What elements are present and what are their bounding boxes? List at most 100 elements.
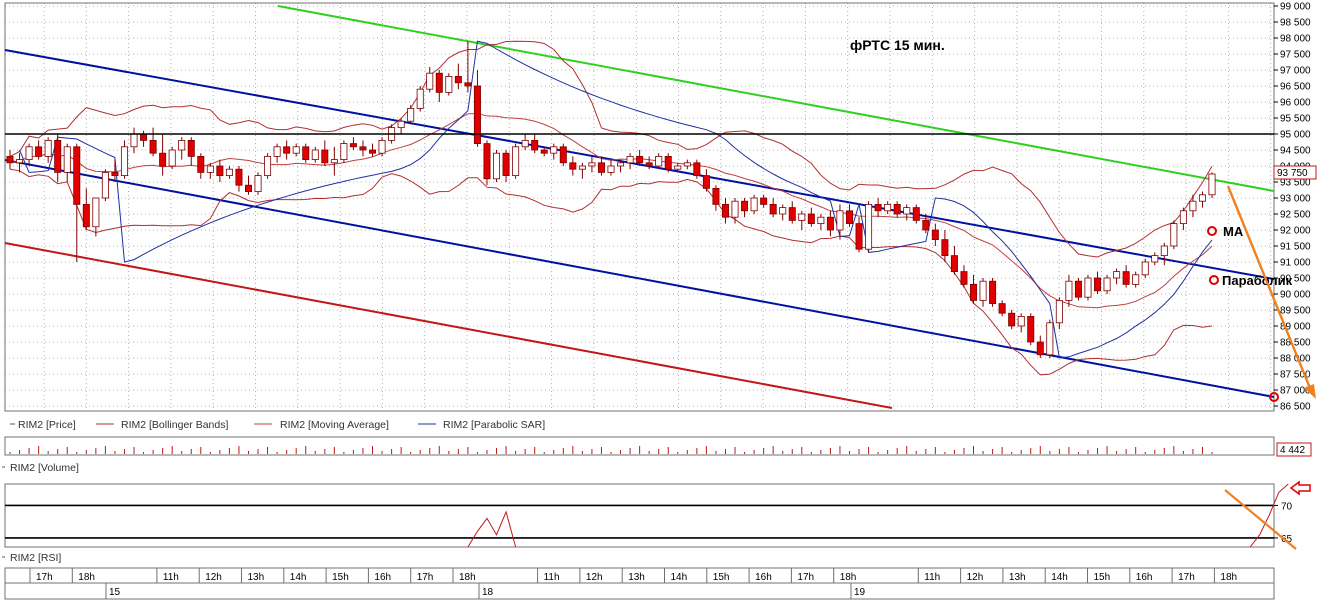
candle-body xyxy=(1132,274,1140,285)
hour-label: 11h xyxy=(924,572,940,583)
hour-label: 14h xyxy=(1051,572,1068,583)
candle-body xyxy=(559,146,567,164)
price-tick-label: 96 500 xyxy=(1280,82,1311,93)
price-tick-label: 97 500 xyxy=(1280,50,1311,61)
price-tick-label: 93 000 xyxy=(1280,194,1311,205)
candle xyxy=(559,143,567,166)
hour-label: 12h xyxy=(586,572,603,583)
candle-body xyxy=(1008,312,1016,327)
candle-body xyxy=(178,139,186,151)
candle-body xyxy=(92,197,100,228)
candle-body xyxy=(893,203,901,215)
candle xyxy=(1008,310,1016,330)
candle-body xyxy=(607,165,615,173)
price-tick-label: 95 000 xyxy=(1280,130,1311,141)
candle-body xyxy=(378,139,386,154)
candle-body xyxy=(168,149,176,167)
candle-body xyxy=(693,162,701,177)
candle-body xyxy=(1046,322,1054,356)
candle-body xyxy=(493,152,501,180)
chart-canvas: 99 000 98 500 98 000 97 500 97 000 96 500 96 0… xyxy=(0,0,1320,601)
candle xyxy=(101,169,109,202)
candle xyxy=(254,172,262,195)
ma-annotation: МА xyxy=(1223,224,1244,239)
candle-body xyxy=(512,146,520,177)
candle-body xyxy=(989,280,997,305)
hour-label: 13h xyxy=(248,572,265,583)
candle-body xyxy=(6,155,14,164)
candle-body xyxy=(540,149,548,154)
hour-label: 12h xyxy=(967,572,984,583)
candle xyxy=(378,137,386,157)
candle xyxy=(693,159,701,179)
candle-body xyxy=(235,168,243,186)
candle-body xyxy=(454,76,462,84)
candle-body xyxy=(569,162,577,170)
candle-body xyxy=(197,155,205,173)
candle-body xyxy=(149,139,157,154)
candle-body xyxy=(636,155,644,164)
candle-body xyxy=(1027,315,1035,343)
hour-label: 17h xyxy=(36,572,53,583)
candle-body xyxy=(855,223,863,250)
candle-body xyxy=(483,143,491,180)
price-tick-label: 98 000 xyxy=(1280,34,1311,45)
candle xyxy=(168,146,176,170)
hour-label: 18h xyxy=(78,572,95,583)
candle-body xyxy=(903,207,911,215)
candle-body xyxy=(617,162,625,167)
candle-body xyxy=(884,203,892,212)
candle xyxy=(302,143,310,163)
candle-body xyxy=(845,210,853,225)
candle-body xyxy=(817,216,825,224)
candle-body xyxy=(655,155,663,167)
candle-body xyxy=(273,146,281,157)
candle-body xyxy=(550,146,558,154)
candle-body xyxy=(54,139,62,173)
candle xyxy=(1170,220,1178,250)
candle xyxy=(1208,172,1216,198)
price-tick-label: 98 500 xyxy=(1280,18,1311,29)
candle-body xyxy=(473,85,481,144)
price-tick-label: 95 500 xyxy=(1280,114,1311,125)
candle-body xyxy=(1113,271,1121,279)
last-price-label: 93 750 xyxy=(1277,168,1308,179)
candle xyxy=(445,73,453,96)
candle-body xyxy=(321,149,329,164)
price-tick-label: 96 000 xyxy=(1280,98,1311,109)
hour-label: 18h xyxy=(1220,572,1237,583)
candle xyxy=(750,194,758,214)
candle-body xyxy=(435,72,443,93)
legend-volume: RIM2 [Volume] xyxy=(10,462,79,474)
candle-body xyxy=(35,146,43,157)
candle-body xyxy=(798,213,806,221)
price-tick-label: 92 000 xyxy=(1280,226,1311,237)
candle-body xyxy=(225,168,233,176)
candle-body xyxy=(731,200,739,218)
candle-body xyxy=(1160,245,1168,256)
candle xyxy=(512,143,520,179)
candle xyxy=(1103,274,1111,294)
candle-body xyxy=(769,203,777,215)
candle-body xyxy=(521,139,529,148)
price-tick-label: 86 500 xyxy=(1280,402,1311,413)
candle-body xyxy=(349,143,357,148)
candle-body xyxy=(254,175,262,193)
hour-label: 15h xyxy=(713,572,730,583)
candle-body xyxy=(1208,173,1216,196)
candle-body xyxy=(502,152,510,176)
candle-body xyxy=(1094,277,1102,292)
candle-body xyxy=(1036,341,1044,356)
day-label: 15 xyxy=(109,587,121,598)
candle-body xyxy=(101,171,109,199)
candle-body xyxy=(912,207,920,221)
candle xyxy=(493,150,501,182)
candle-body xyxy=(464,82,472,87)
candle-body xyxy=(712,187,720,205)
candle-body xyxy=(578,165,586,170)
hour-label: 15h xyxy=(332,572,349,583)
candle-body xyxy=(664,155,672,170)
legend-ma: RIM2 [Moving Average] xyxy=(280,419,389,431)
candle-body xyxy=(626,155,634,164)
candle-body xyxy=(970,283,978,301)
